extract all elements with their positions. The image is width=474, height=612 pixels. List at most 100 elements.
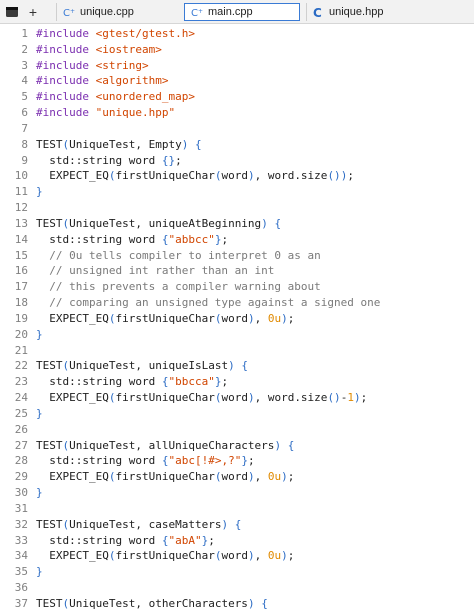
code-line[interactable]: 31 — [0, 501, 474, 517]
code-line[interactable]: 23 std::string word {"bbcca"}; — [0, 374, 474, 390]
code-text: std::string word {}; — [36, 153, 182, 169]
code-text: } — [36, 406, 43, 422]
code-token: , — [254, 549, 268, 563]
code-token: firstUniqueChar — [115, 311, 215, 325]
code-token: { — [274, 216, 282, 230]
code-line[interactable]: 18 // comparing an unsigned type against… — [0, 295, 474, 311]
c-file-icon: C — [313, 6, 325, 18]
code-line[interactable]: 14 std::string word {"abbcc"}; — [0, 232, 474, 248]
code-line[interactable]: 27 TEST(UniqueTest, allUniqueCharacters) … — [0, 438, 474, 454]
code-line[interactable]: 12 — [0, 200, 474, 216]
code-token: , word.size — [254, 169, 328, 183]
code-line[interactable]: 33 std::string word {"abA"}; — [0, 533, 474, 549]
code-token: "bbcca" — [168, 375, 215, 389]
code-line[interactable]: 22 TEST(UniqueTest, uniqueIsLast) { — [0, 358, 474, 374]
tab-bar: + C + unique.cpp C + main.cpp C unique.h… — [0, 0, 474, 24]
tab-label: unique.cpp — [80, 6, 134, 18]
plus-icon[interactable]: + — [24, 3, 42, 21]
code-token: 0u — [267, 549, 282, 563]
code-token: () — [327, 391, 341, 405]
code-token: ) — [281, 311, 288, 325]
code-line[interactable]: 13 TEST(UniqueTest, uniqueAtBeginning) { — [0, 216, 474, 232]
code-line[interactable]: 19 EXPECT_EQ(firstUniqueChar(word), 0u); — [0, 311, 474, 327]
code-line[interactable]: 35} — [0, 564, 474, 580]
code-line[interactable]: 29 EXPECT_EQ(firstUniqueChar(word), 0u); — [0, 469, 474, 485]
code-text: #include <string> — [36, 58, 149, 74]
code-line[interactable]: 1 #include <gtest/gtest.h> — [0, 26, 474, 42]
code-token: { — [241, 359, 248, 373]
code-token: } — [241, 454, 248, 468]
code-token: ; — [247, 454, 255, 468]
menu-icon[interactable] — [3, 3, 21, 21]
code-text: TEST(UniqueTest, allUniqueCharacters) { — [36, 438, 294, 454]
tab-main-cpp[interactable]: C + main.cpp — [184, 3, 300, 21]
line-number: 22 — [14, 359, 28, 373]
line-number: 30 — [14, 486, 28, 500]
code-token: UniqueTest, caseMatters — [69, 517, 222, 531]
code-line[interactable]: 8 TEST(UniqueTest, Empty) { — [0, 137, 474, 153]
code-token: } — [36, 565, 43, 579]
code-line[interactable]: 25} — [0, 406, 474, 422]
code-line[interactable]: 2 #include <iostream> — [0, 42, 474, 58]
tab-label: unique.hpp — [329, 6, 384, 18]
code-token: #include — [36, 42, 96, 56]
line-number: 24 — [14, 391, 28, 405]
code-line[interactable]: 16 // unsigned int rather than an int — [0, 263, 474, 279]
code-line[interactable]: 21 — [0, 343, 474, 359]
code-token: std::string word — [36, 153, 162, 167]
code-token: ; — [287, 470, 295, 484]
code-line[interactable]: 28 std::string word {"abc[!#>,?"}; — [0, 453, 474, 469]
code-line[interactable]: 7 — [0, 121, 474, 137]
line-number: 37 — [14, 596, 28, 610]
code-token: ) — [247, 596, 255, 610]
code-editor[interactable]: 1 #include <gtest/gtest.h> 2 #include <iost… — [0, 26, 474, 612]
line-number: 9 — [21, 153, 28, 167]
code-line[interactable]: 10 EXPECT_EQ(firstUniqueChar(word), word… — [0, 168, 474, 184]
code-token: firstUniqueChar — [115, 470, 215, 484]
line-number: 33 — [14, 533, 28, 547]
code-token: "abA" — [168, 533, 202, 547]
code-line[interactable]: 9 std::string word {}; — [0, 153, 474, 169]
line-number: 20 — [14, 327, 28, 341]
code-line[interactable]: 15 // 0u tells compiler to interpret 0 a… — [0, 248, 474, 264]
code-line[interactable]: 3 #include <string> — [0, 58, 474, 74]
code-text: std::string word {"abbcc"}; — [36, 232, 228, 248]
tab-unique-hpp[interactable]: C unique.hpp — [306, 3, 436, 21]
code-token: ; — [287, 311, 295, 325]
code-line[interactable]: 37 TEST(UniqueTest, otherCharacters) { — [0, 596, 474, 612]
code-token: ) — [247, 169, 255, 183]
code-line[interactable]: 11} — [0, 184, 474, 200]
code-text: // this prevents a compiler warning abou… — [36, 279, 321, 295]
code-line[interactable]: 6 #include "unique.hpp" — [0, 105, 474, 121]
code-line[interactable]: 32 TEST(UniqueTest, caseMatters) { — [0, 517, 474, 533]
svg-text:C: C — [313, 6, 322, 18]
code-token: <string> — [95, 58, 149, 72]
code-line[interactable]: 24 EXPECT_EQ(firstUniqueChar(word), word… — [0, 390, 474, 406]
code-line[interactable]: 34 EXPECT_EQ(firstUniqueChar(word), 0u); — [0, 548, 474, 564]
code-line[interactable]: 26 — [0, 422, 474, 438]
code-line[interactable]: 20} — [0, 327, 474, 343]
code-token: TEST — [36, 359, 63, 373]
code-text: EXPECT_EQ(firstUniqueChar(word), word.si… — [36, 168, 354, 184]
tab-unique-cpp[interactable]: C + unique.cpp — [56, 3, 180, 21]
line-number: 11 — [14, 185, 28, 199]
code-line[interactable]: 30} — [0, 485, 474, 501]
code-line[interactable]: 17 // this prevents a compiler warning a… — [0, 279, 474, 295]
code-token: word — [221, 470, 248, 484]
code-token: ; — [175, 153, 182, 167]
code-token: std::string word — [36, 375, 162, 389]
code-line[interactable]: 36 — [0, 580, 474, 596]
code-line[interactable]: 4 #include <algorithm> — [0, 73, 474, 89]
code-line[interactable]: 5 #include <unordered_map> — [0, 89, 474, 105]
code-token: EXPECT_EQ — [36, 470, 109, 484]
code-text: std::string word {"abA"}; — [36, 533, 215, 549]
code-text: #include <algorithm> — [36, 73, 168, 89]
line-number: 12 — [14, 201, 28, 215]
line-number: 7 — [21, 121, 28, 135]
code-token: std::string word — [36, 232, 162, 246]
code-token: () — [327, 169, 341, 183]
code-token: ; — [221, 375, 229, 389]
line-number: 17 — [14, 280, 28, 294]
